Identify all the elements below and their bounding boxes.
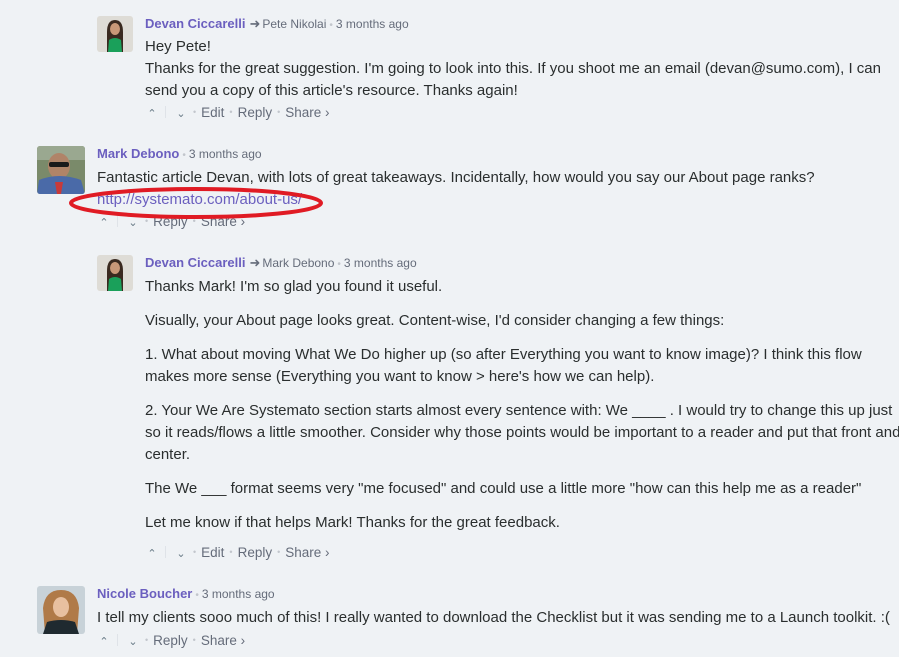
upvote-icon[interactable]: ⌃ [145,105,159,123]
comments-thread: Devan Ciccarelli ➜ Pete Nikolai • 3 months a… [0,0,899,657]
author-name[interactable]: Mark Debono [97,146,179,161]
bullet-icon: • [277,547,281,557]
comment-footer: ⌃ ⌄ • Edit • Reply • Share › [145,103,329,123]
comment-body: Hey Pete! Thanks for the great suggestio… [145,36,895,102]
edit-button[interactable]: Edit [201,545,224,560]
bullet-icon: • [193,107,197,117]
timestamp[interactable]: 3 months ago [202,587,275,601]
timestamp[interactable]: 3 months ago [344,256,417,270]
reply-button[interactable]: Reply [238,105,273,120]
comment-paragraph: I tell my clients sooo much of this! I r… [97,609,890,626]
comment-body: Fantastic article Devan, with lots of gr… [97,167,887,211]
bullet-icon: • [195,590,199,601]
comment-header: Nicole Boucher • 3 months ago [97,586,275,604]
comment-footer: ⌃ ⌄ • Reply • Share › [97,631,245,651]
bullet-icon: • [145,635,149,645]
share-button[interactable]: Share › [201,214,245,229]
bullet-icon: • [337,259,341,270]
comment-paragraph: Thanks for the great suggestion. I'm goi… [145,60,881,99]
share-button[interactable]: Share › [285,105,329,120]
reply-arrow-icon: ➜ [249,255,261,270]
comment-paragraph: 2. Your We Are Systemato section starts … [145,402,899,463]
vote-divider [117,215,118,227]
reply-button[interactable]: Reply [153,633,188,648]
reply-to-name[interactable]: Pete Nikolai [262,17,326,31]
comment-paragraph: The We ___ format seems very "me focused… [145,480,862,497]
downvote-icon[interactable]: ⌄ [174,105,188,123]
bullet-icon: • [229,547,233,557]
downvote-icon[interactable]: ⌄ [126,214,140,232]
downvote-icon[interactable]: ⌄ [126,633,140,651]
comment-paragraph: Fantastic article Devan, with lots of gr… [97,169,815,186]
comment-header: Mark Debono • 3 months ago [97,146,262,164]
upvote-icon[interactable]: ⌃ [97,633,111,651]
reply-arrow-icon: ➜ [249,16,261,31]
bullet-icon: • [192,635,196,645]
upvote-icon[interactable]: ⌃ [145,545,159,563]
comment-footer: ⌃ ⌄ • Edit • Reply • Share › [145,543,329,563]
vote-divider [165,546,166,558]
author-name[interactable]: Devan Ciccarelli [145,255,245,270]
comment-body: Thanks Mark! I'm so glad you found it us… [145,276,899,534]
comment-paragraph: Thanks Mark! I'm so glad you found it us… [145,278,443,295]
bullet-icon: • [193,547,197,557]
upvote-icon[interactable]: ⌃ [97,214,111,232]
edit-button[interactable]: Edit [201,105,224,120]
avatar-nicole[interactable] [37,586,85,634]
bullet-icon: • [192,216,196,226]
bullet-icon: • [329,20,333,31]
bullet-icon: • [229,107,233,117]
reply-button[interactable]: Reply [153,214,188,229]
avatar-devan[interactable] [97,255,133,291]
comment-paragraph: Visually, your About page looks great. C… [145,312,725,329]
bullet-icon: • [182,150,186,161]
vote-divider [165,106,166,118]
comment-paragraph: Let me know if that helps Mark! Thanks f… [145,514,560,531]
bullet-icon: • [145,216,149,226]
author-name[interactable]: Nicole Boucher [97,586,192,601]
comment-link[interactable]: http://systemato.com/about-us/ [97,191,302,208]
comment-paragraph: 1. What about moving What We Do higher u… [145,346,862,385]
comment-paragraph: Hey Pete! [145,38,211,55]
comment-footer: ⌃ ⌄ • Reply • Share › [97,212,245,232]
share-button[interactable]: Share › [285,545,329,560]
reply-button[interactable]: Reply [238,545,273,560]
timestamp[interactable]: 3 months ago [189,147,262,161]
downvote-icon[interactable]: ⌄ [174,545,188,563]
avatar-devan[interactable] [97,16,133,52]
timestamp[interactable]: 3 months ago [336,17,409,31]
comment-body: I tell my clients sooo much of this! I r… [97,607,897,629]
share-button[interactable]: Share › [201,633,245,648]
vote-divider [117,634,118,646]
bullet-icon: • [277,107,281,117]
comment-header: Devan Ciccarelli ➜ Mark Debono • 3 months ag… [145,255,417,273]
comment-header: Devan Ciccarelli ➜ Pete Nikolai • 3 months a… [145,16,409,34]
author-name[interactable]: Devan Ciccarelli [145,16,245,31]
avatar-mark[interactable] [37,146,85,194]
reply-to-name[interactable]: Mark Debono [262,256,334,270]
